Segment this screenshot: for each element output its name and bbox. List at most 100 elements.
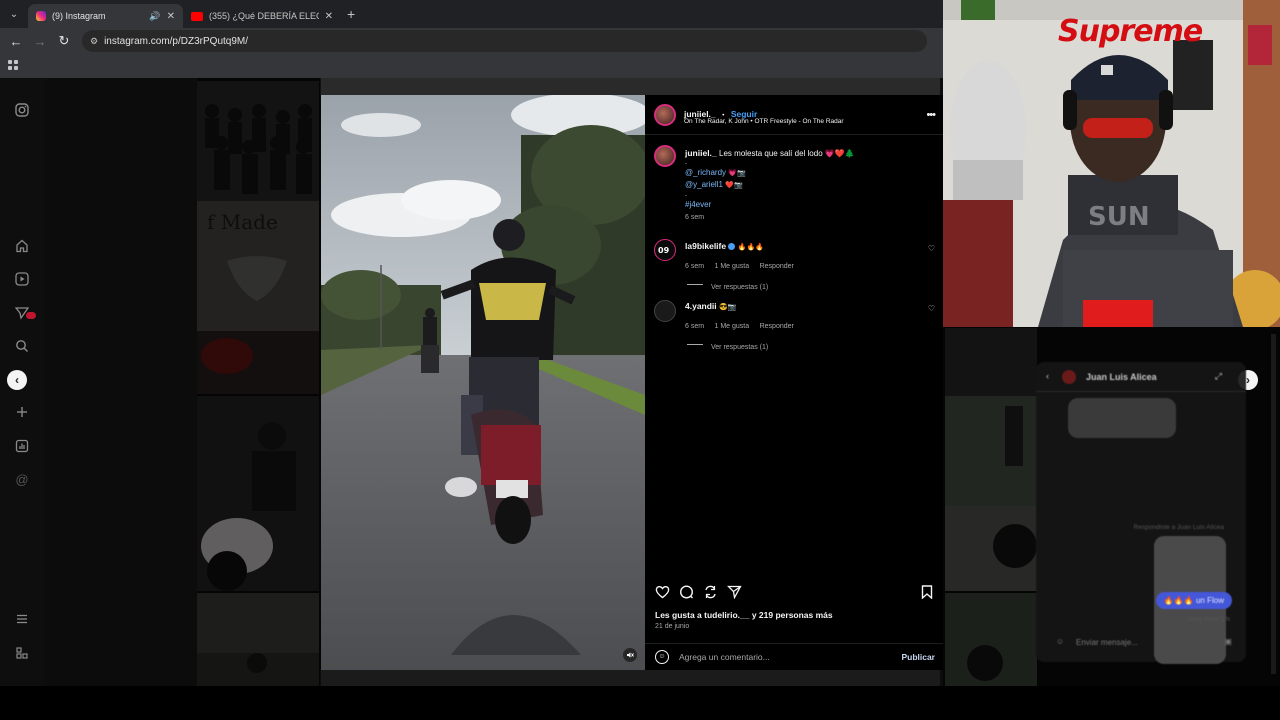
emoji-icon[interactable]: ☺ xyxy=(1056,637,1064,646)
comment-age: 6 sem xyxy=(685,263,705,270)
forward-arrow-icon[interactable]: → xyxy=(28,34,52,49)
home-icon[interactable] xyxy=(14,239,30,255)
comment-icon[interactable] xyxy=(679,585,694,602)
mention-emoji: ❤️📷 xyxy=(725,182,743,189)
chevron-left-icon[interactable]: ‹ xyxy=(7,370,27,390)
expand-icon[interactable]: ⤢ xyxy=(1215,371,1222,382)
letterbox-bar xyxy=(0,686,1280,720)
dashboard-icon[interactable] xyxy=(14,439,30,455)
search-icon[interactable] xyxy=(14,339,30,355)
repost-icon[interactable] xyxy=(703,585,718,602)
hashtag-link[interactable]: #j4ever xyxy=(685,199,935,210)
svg-text:09: 09 xyxy=(658,246,670,255)
share-icon[interactable] xyxy=(726,585,742,602)
menu-icon[interactable] xyxy=(14,612,30,628)
caption-dot: . xyxy=(685,159,687,166)
heart-icon[interactable] xyxy=(655,585,670,602)
address-bar[interactable]: ⚙ instagram.com/p/DZ3rPQutq9M/ xyxy=(82,30,927,52)
comment-text: 😎📷 xyxy=(719,304,737,311)
chevron-left-icon[interactable]: ‹ xyxy=(1046,371,1049,381)
speaker-icon[interactable]: 🔊 xyxy=(149,11,160,22)
comment-avatar[interactable]: 09 xyxy=(654,239,676,261)
url-text: instagram.com/p/DZ3rPQutq9M/ xyxy=(104,35,249,47)
more-apps-icon[interactable] xyxy=(14,646,30,662)
verified-badge-icon xyxy=(728,243,736,251)
scrollbar[interactable] xyxy=(1271,334,1276,674)
create-icon[interactable] xyxy=(14,405,30,421)
reply-line xyxy=(687,344,703,346)
supreme-sign: Supreme xyxy=(1058,14,1203,49)
comment-avatar[interactable] xyxy=(654,300,676,322)
tab-instagram[interactable]: (9) Instagram 🔊 ✕ xyxy=(28,4,183,28)
sticker-icon[interactable]: ▣ xyxy=(1224,637,1232,646)
chat-window: ‹ Juan Luis Alicea ⤢ Respondiste a Juan … xyxy=(1036,362,1246,664)
comment-meta: 6 sem 1 Me gusta Responder xyxy=(685,255,794,273)
comment-username[interactable]: la9bikelife xyxy=(685,241,726,251)
post-video[interactable] xyxy=(321,95,645,670)
reload-icon[interactable]: ↻ xyxy=(52,33,76,49)
grid-thumbnail xyxy=(320,78,940,95)
back-arrow-icon[interactable]: ← xyxy=(4,34,28,49)
modal-backdrop[interactable] xyxy=(197,78,321,686)
audio-attribution[interactable]: On The Radar, K John • OTR Freestyle - O… xyxy=(684,118,844,125)
close-tab-icon[interactable]: ✕ xyxy=(325,11,333,22)
avatar[interactable] xyxy=(654,104,676,126)
chat-header: ‹ Juan Luis Alicea ⤢ xyxy=(1036,362,1246,392)
view-replies-label[interactable]: Ver respuestas (1) xyxy=(711,344,768,351)
comment-likes[interactable]: 1 Me gusta xyxy=(715,263,750,270)
bookmarks-bar xyxy=(0,54,943,78)
reply-line xyxy=(687,284,703,286)
reels-icon[interactable] xyxy=(14,272,30,288)
reply-button[interactable]: Responder xyxy=(760,263,794,270)
tab-search-chevron-icon[interactable]: ⌄ xyxy=(0,0,28,28)
chat-input[interactable]: ☺ Enviar mensaje... ▣ xyxy=(1048,634,1234,652)
svg-text:SUN: SUN xyxy=(1088,202,1150,232)
chat-input-placeholder: Enviar mensaje... xyxy=(1076,638,1138,647)
chat-message-sent: 🔥🔥🔥 un Flow xyxy=(1155,592,1232,609)
post-date[interactable]: 21 de junio xyxy=(655,623,689,630)
heart-icon[interactable]: ♡ xyxy=(928,244,935,253)
heart-icon[interactable]: ♡ xyxy=(928,304,935,313)
emoji-icon[interactable]: ☺ xyxy=(655,650,669,664)
mute-icon[interactable] xyxy=(623,648,637,662)
view-replies[interactable]: Ver respuestas (1) xyxy=(687,336,768,354)
instagram-icon[interactable] xyxy=(14,103,30,119)
publish-button[interactable]: Publicar xyxy=(901,652,935,662)
view-replies-label[interactable]: Ver respuestas (1) xyxy=(711,284,768,291)
caption: juniiel._ Les molesta que salí del lodo … xyxy=(685,148,935,223)
comment-input[interactable]: Agrega un comentario... xyxy=(679,652,770,662)
post-header: juniiel._ • Seguir On The Radar, K John … xyxy=(645,95,943,135)
likes-summary[interactable]: Les gusta a tudelirio.__ y 219 personas … xyxy=(655,610,833,620)
caption-avatar[interactable] xyxy=(654,145,676,167)
close-tab-icon[interactable]: ✕ xyxy=(167,11,175,22)
apps-grid-icon[interactable] xyxy=(8,60,18,70)
youtube-favicon-icon xyxy=(191,11,203,21)
mention-link[interactable]: @_richardy xyxy=(685,168,726,177)
more-options-icon[interactable]: ••• xyxy=(926,109,936,121)
bookmark-icon[interactable] xyxy=(921,585,933,602)
comment-composer: ☺ Agrega un comentario... Publicar xyxy=(645,643,943,670)
new-tab-button[interactable]: + xyxy=(347,6,355,22)
caption-username[interactable]: juniiel._ xyxy=(685,148,717,158)
comment: 4.yandii 😎📷 xyxy=(685,301,736,313)
tab-youtube[interactable]: (355) ¿Qué DEBERÍA ELEGIR? 🤯 ✕ xyxy=(183,4,341,28)
post-actions xyxy=(645,585,943,605)
messages-icon[interactable] xyxy=(14,306,36,322)
reply-note: Respondiste a Juan Luis Alicea xyxy=(1133,524,1224,531)
caption-age: 6 sem xyxy=(685,214,705,221)
reply-button[interactable]: Responder xyxy=(760,323,794,330)
threads-icon[interactable]: @ xyxy=(14,472,30,488)
view-replies[interactable]: Ver respuestas (1) xyxy=(687,276,768,294)
browser-toolbar: ← → ↻ ⚙ instagram.com/p/DZ3rPQutq9M/ xyxy=(0,28,943,54)
comment-username[interactable]: 4.yandii xyxy=(685,301,717,311)
comment-likes[interactable]: 1 Me gusta xyxy=(715,323,750,330)
streamer-webcam: SUN Supreme xyxy=(943,0,1280,327)
comment: la9bikelife 🔥🔥🔥 xyxy=(685,241,764,253)
screen: ⌄ (9) Instagram 🔊 ✕ (355) ¿Qué DEBERÍA E… xyxy=(0,0,1280,720)
chat-contact-name[interactable]: Juan Luis Alicea xyxy=(1086,372,1157,382)
notification-badge xyxy=(26,312,36,319)
mention-link[interactable]: @y_ariell1 xyxy=(685,180,723,189)
tab-title: (355) ¿Qué DEBERÍA ELEGIR? 🤯 xyxy=(209,10,319,21)
site-settings-icon[interactable]: ⚙ xyxy=(90,36,98,47)
browser-tab-strip: ⌄ (9) Instagram 🔊 ✕ (355) ¿Qué DEBERÍA E… xyxy=(0,0,943,28)
